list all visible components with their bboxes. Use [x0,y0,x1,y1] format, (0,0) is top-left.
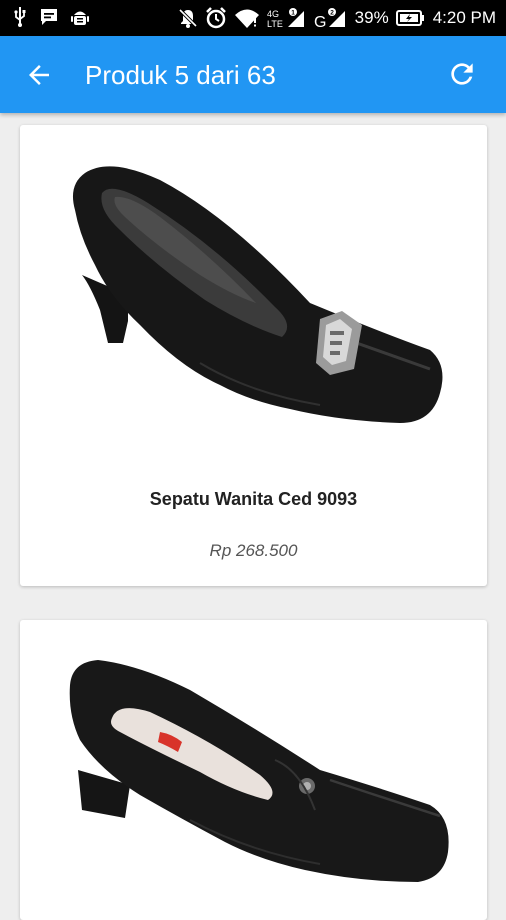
muted-bell-icon [178,8,197,28]
message-icon [41,9,57,25]
android-debug-icon [71,11,89,25]
status-bar: 4G LTE 1 G 2 39% 4:20 PM [0,0,506,36]
signal-4g-icon: 4G LTE 1 [267,8,304,29]
battery-percent: 39% [354,8,389,27]
refresh-icon [451,63,473,85]
wifi-icon [234,9,259,28]
svg-text:G: G [314,14,326,29]
product-card[interactable] [20,620,487,920]
svg-text:2: 2 [330,10,334,17]
signal-g-icon: G 2 [314,8,345,29]
page-title: Produk 5 dari 63 [85,60,276,90]
svg-text:1: 1 [291,10,295,17]
refresh-button[interactable] [446,58,478,90]
black-pump-shoe-with-button-icon [69,660,449,882]
usb-icon [14,7,26,27]
product-image [72,166,443,423]
notification-icons [12,6,90,28]
product-image [69,660,449,882]
back-button[interactable] [24,60,54,90]
app-bar: Produk 5 dari 63 [0,36,506,113]
product-price: Rp 268.500 [209,541,298,560]
alarm-icon [205,7,226,29]
battery-charging-icon [395,10,424,26]
product-card[interactable]: Sepatu Wanita Ced 9093 Rp 268.500 [20,125,487,586]
network-label-4g: 4G [267,9,279,19]
arrow-back-icon [29,65,49,85]
network-label-lte: LTE [267,19,283,29]
product-name: Sepatu Wanita Ced 9093 [149,489,358,509]
black-pump-shoe-with-buckle-icon [72,166,443,423]
system-icons: 4G LTE 1 G 2 39% 4:20 PM [178,0,496,36]
clock: 4:20 PM [432,8,496,27]
